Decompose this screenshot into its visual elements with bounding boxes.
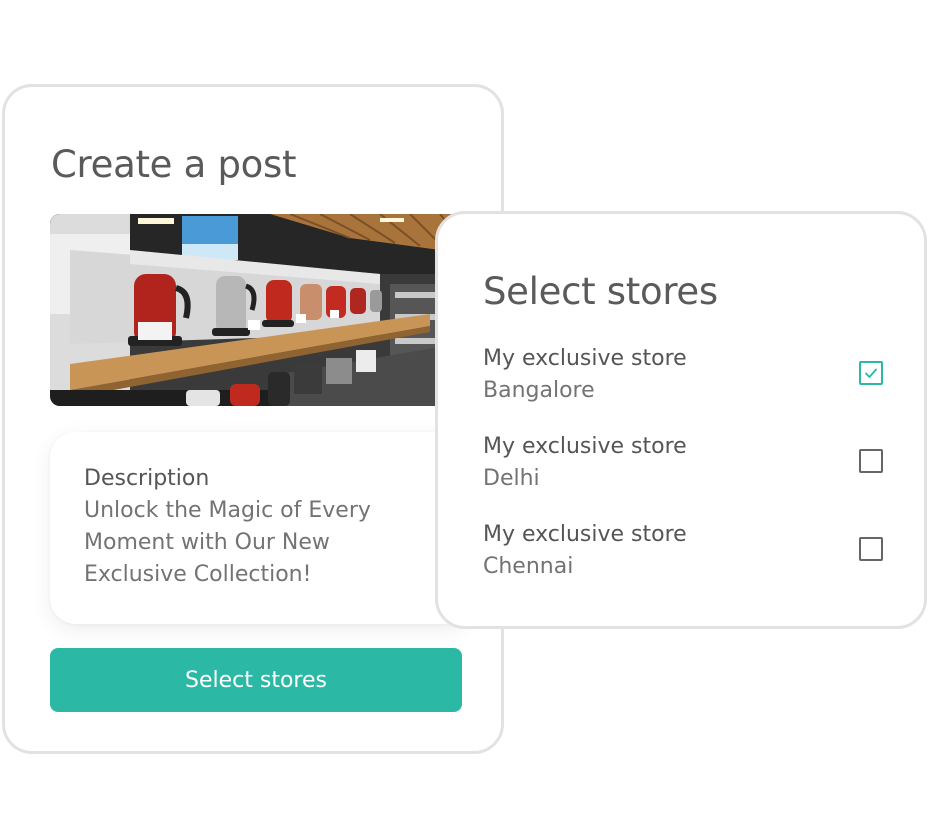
store-name: My exclusive store: [483, 434, 687, 459]
select-stores-title: Select stores: [483, 270, 718, 313]
store-city: Bangalore: [483, 378, 595, 403]
select-stores-panel: Select stores My exclusive store Bangalo…: [435, 211, 927, 629]
post-title: Create a post: [51, 143, 297, 186]
store-name: My exclusive store: [483, 522, 687, 547]
description-text: Unlock the Magic of Every Moment with Ou…: [84, 498, 371, 587]
store-checkbox-bangalore[interactable]: [859, 361, 883, 385]
create-post-card: Create a post Description Unlock the Mag…: [2, 84, 504, 754]
store-city: Delhi: [483, 466, 540, 491]
store-item-chennai[interactable]: My exclusive store Chennai: [483, 519, 883, 589]
description-label: Description: [84, 466, 210, 491]
store-item-bangalore[interactable]: My exclusive store Bangalore: [483, 343, 883, 413]
post-image: [50, 214, 470, 406]
store-city: Chennai: [483, 554, 574, 579]
store-checkbox-chennai[interactable]: [859, 537, 883, 561]
store-checkbox-delhi[interactable]: [859, 449, 883, 473]
check-icon: [865, 368, 877, 378]
store-item-delhi[interactable]: My exclusive store Delhi: [483, 431, 883, 501]
select-stores-button[interactable]: Select stores: [50, 648, 462, 712]
store-name: My exclusive store: [483, 346, 687, 371]
description-card[interactable]: Description Unlock the Magic of Every Mo…: [50, 432, 470, 624]
